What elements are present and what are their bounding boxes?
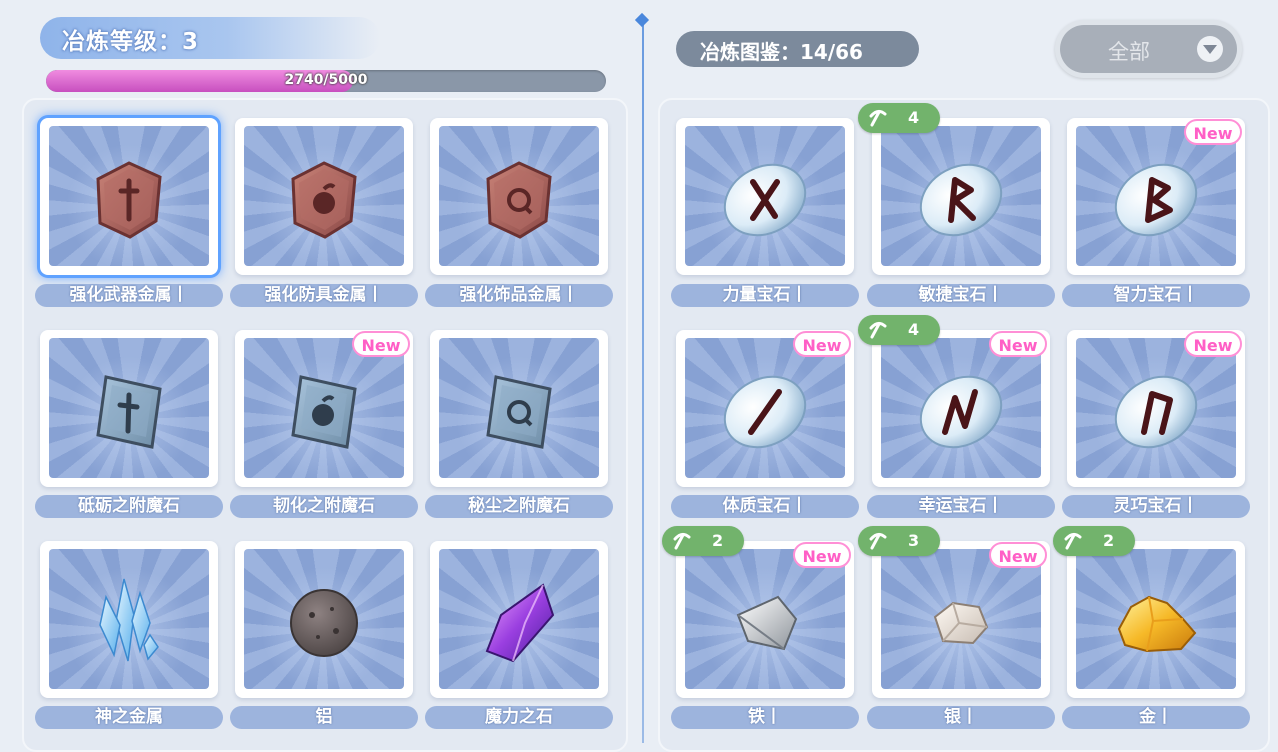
recipe-item-card[interactable]	[40, 541, 218, 698]
intellect-rune-gem-icon	[1108, 160, 1204, 244]
owned-count-badge: 3	[858, 526, 940, 556]
item-label: 神之金属	[35, 706, 223, 729]
item-card-background	[49, 549, 209, 689]
luck-rune-gem-icon	[913, 372, 1009, 456]
pickaxe-icon	[1064, 532, 1082, 550]
item-label: 韧化之附魔石	[230, 495, 418, 518]
constitution-rune-gem-icon	[717, 372, 813, 456]
owned-count-badge: 4	[858, 103, 940, 133]
item-label: 灵巧宝石丨	[1062, 495, 1250, 518]
owned-count: 4	[908, 108, 920, 127]
item-label: 智力宝石丨	[1062, 284, 1250, 307]
aluminum-ore-icon	[288, 587, 360, 663]
owned-count: 2	[1103, 531, 1115, 550]
accessory-enchant-stone-icon	[480, 371, 558, 457]
recipe-item-card[interactable]	[40, 118, 218, 275]
divider-diamond-icon	[634, 12, 650, 28]
recipe-item-card[interactable]	[430, 118, 608, 275]
item-label: 体质宝石丨	[671, 495, 859, 518]
item-label: 金丨	[1062, 706, 1250, 729]
pickaxe-icon	[869, 532, 887, 550]
new-badge: New	[1184, 331, 1242, 357]
dexterity-rune-gem-icon	[1108, 372, 1204, 456]
owned-count-badge: 4	[858, 315, 940, 345]
owned-count: 3	[908, 531, 920, 550]
iron-ore-icon	[728, 591, 802, 659]
purple-crystal-icon	[479, 581, 559, 669]
codex-item-card[interactable]	[676, 118, 854, 275]
recipe-item-card[interactable]	[235, 541, 413, 698]
item-card-background	[439, 549, 599, 689]
item-label: 魔力之石	[425, 706, 613, 729]
owned-count: 4	[908, 320, 920, 339]
item-label: 砥砺之附魔石	[35, 495, 223, 518]
experience-bar: 2740/5000	[46, 70, 606, 92]
item-card-background	[49, 126, 209, 266]
pickaxe-icon	[673, 532, 691, 550]
strength-rune-gem-icon	[717, 160, 813, 244]
weapon-metal-icon	[92, 159, 166, 245]
filter-dropdown[interactable]: 全部	[1055, 20, 1242, 78]
agility-rune-gem-icon	[913, 160, 1009, 244]
item-card-background	[439, 126, 599, 266]
codex-item-card[interactable]	[872, 118, 1050, 275]
item-card-background	[881, 549, 1041, 689]
item-card-background	[881, 126, 1041, 266]
experience-text: 2740/5000	[284, 72, 368, 88]
item-card-background	[685, 549, 845, 689]
item-card-background	[685, 126, 845, 266]
armor-enchant-stone-icon	[285, 371, 363, 457]
item-label: 强化武器金属丨	[35, 284, 223, 307]
new-badge: New	[989, 542, 1047, 568]
item-card-background	[244, 126, 404, 266]
pickaxe-icon	[869, 321, 887, 339]
weapon-enchant-stone-icon	[90, 371, 168, 457]
item-label: 强化饰品金属丨	[425, 284, 613, 307]
item-card-background	[881, 338, 1041, 478]
owned-count: 2	[712, 531, 724, 550]
codex-progress-text: 冶炼图鉴：14/66	[700, 40, 863, 64]
owned-count-badge: 2	[1053, 526, 1135, 556]
recipe-item-card[interactable]	[235, 118, 413, 275]
codex-item-card[interactable]	[1067, 541, 1245, 698]
item-label: 铁丨	[671, 706, 859, 729]
new-badge: New	[989, 331, 1047, 357]
gold-ore-icon	[1111, 589, 1201, 661]
recipe-item-card[interactable]	[430, 541, 608, 698]
recipe-item-card[interactable]	[430, 330, 608, 487]
item-card-background	[1076, 549, 1236, 689]
chevron-down-icon	[1197, 36, 1223, 62]
recipe-item-card[interactable]	[40, 330, 218, 487]
new-badge: New	[793, 542, 851, 568]
item-label: 银丨	[867, 706, 1055, 729]
item-card-background	[1076, 126, 1236, 266]
item-card-background	[244, 338, 404, 478]
item-label: 秘尘之附魔石	[425, 495, 613, 518]
item-label: 敏捷宝石丨	[867, 284, 1055, 307]
panel-divider	[642, 20, 644, 743]
pickaxe-icon	[869, 109, 887, 127]
silver-ore-icon	[929, 597, 993, 653]
item-label: 铝	[230, 706, 418, 729]
item-label: 幸运宝石丨	[867, 495, 1055, 518]
item-card-background	[685, 338, 845, 478]
item-card-background	[1076, 338, 1236, 478]
new-badge: New	[352, 331, 410, 357]
accessory-metal-icon	[482, 159, 556, 245]
blue-crystal-icon	[94, 575, 164, 675]
new-badge: New	[793, 331, 851, 357]
armor-metal-icon	[287, 159, 361, 245]
filter-label: 全部	[1108, 40, 1150, 64]
new-badge: New	[1184, 119, 1242, 145]
item-label: 强化防具金属丨	[230, 284, 418, 307]
item-card-background	[439, 338, 599, 478]
item-card-background	[49, 338, 209, 478]
item-label: 力量宝石丨	[671, 284, 859, 307]
item-card-background	[244, 549, 404, 689]
smelting-level-text: 冶炼等级：3	[62, 29, 200, 55]
owned-count-badge: 2	[662, 526, 744, 556]
